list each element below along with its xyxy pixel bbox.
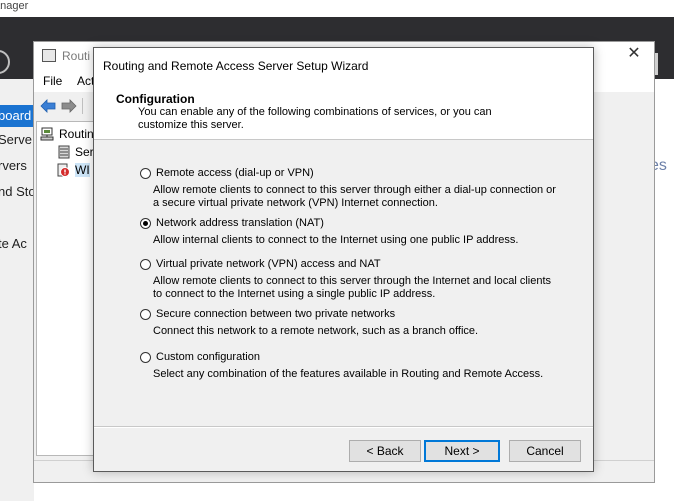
menu-action[interactable]: Act — [77, 74, 94, 88]
wizard-body: Remote access (dial-up or VPN) Allow rem… — [94, 141, 593, 426]
radio-custom[interactable] — [140, 352, 151, 363]
option-label[interactable]: Custom configuration — [156, 351, 260, 363]
back-circle-icon[interactable] — [0, 50, 10, 74]
setup-wizard-dialog: Routing and Remote Access Server Setup W… — [93, 47, 594, 472]
option-label[interactable]: Virtual private network (VPN) access and… — [156, 258, 381, 270]
radio-vpn-nat[interactable] — [140, 259, 151, 270]
mmc-title: Routi — [62, 49, 91, 63]
menu-file[interactable]: File — [43, 74, 62, 88]
radio-nat[interactable] — [140, 218, 151, 229]
header-divider — [655, 53, 658, 75]
routing-icon — [42, 49, 56, 62]
wizard-header: Configuration You can enable any of the … — [94, 82, 593, 140]
back-arrow-icon[interactable] — [40, 99, 56, 113]
wizard-subheading: You can enable any of the following comb… — [138, 106, 492, 131]
wizard-titlebar: Routing and Remote Access Server Setup W… — [94, 48, 593, 82]
server-manager-titlebar: anager — [0, 0, 674, 17]
wizard-title: Routing and Remote Access Server Setup W… — [103, 59, 369, 73]
wizard-heading: Configuration — [116, 92, 195, 106]
option-description: Allow internal clients to connect to the… — [153, 234, 519, 246]
option-description: Allow remote clients to connect to this … — [153, 275, 552, 300]
option-description: Select any combination of the features a… — [153, 368, 544, 380]
radio-remote-access[interactable] — [140, 168, 151, 179]
next-button[interactable]: Next > — [424, 440, 500, 462]
error-server-icon — [57, 163, 70, 177]
routing-icon — [40, 127, 54, 141]
radio-secure-connection[interactable] — [140, 309, 151, 320]
option-label[interactable]: Network address translation (NAT) — [156, 217, 324, 229]
tree-item-server-status[interactable]: Ser — [75, 145, 94, 159]
sidebar-item-all-servers[interactable]: rvers — [0, 158, 27, 173]
tree-item-server[interactable]: WI — [75, 163, 90, 177]
server-manager-title: anager — [0, 0, 29, 12]
server-icon — [58, 145, 70, 159]
sidebar-item-remote-access[interactable]: te Ac — [0, 236, 27, 251]
footer-divider-highlight — [94, 427, 593, 428]
sidebar-item-local-server[interactable]: Serve — [0, 132, 32, 147]
option-description: Allow remote clients to connect to this … — [153, 184, 556, 209]
option-label[interactable]: Remote access (dial-up or VPN) — [156, 167, 314, 179]
option-description: Connect this network to a remote network… — [153, 325, 479, 337]
console-tree: Routing Ser WI — [36, 121, 100, 456]
close-icon[interactable]: ✕ — [624, 44, 644, 64]
sidebar-item-dashboard[interactable]: board — [0, 105, 34, 127]
cancel-button[interactable]: Cancel — [509, 440, 581, 462]
sidebar-item-file-storage[interactable]: nd Sto — [0, 184, 36, 199]
toolbar-separator — [82, 98, 83, 114]
forward-arrow-icon[interactable] — [61, 99, 77, 113]
option-label[interactable]: Secure connection between two private ne… — [156, 308, 395, 320]
back-button[interactable]: < Back — [349, 440, 421, 462]
